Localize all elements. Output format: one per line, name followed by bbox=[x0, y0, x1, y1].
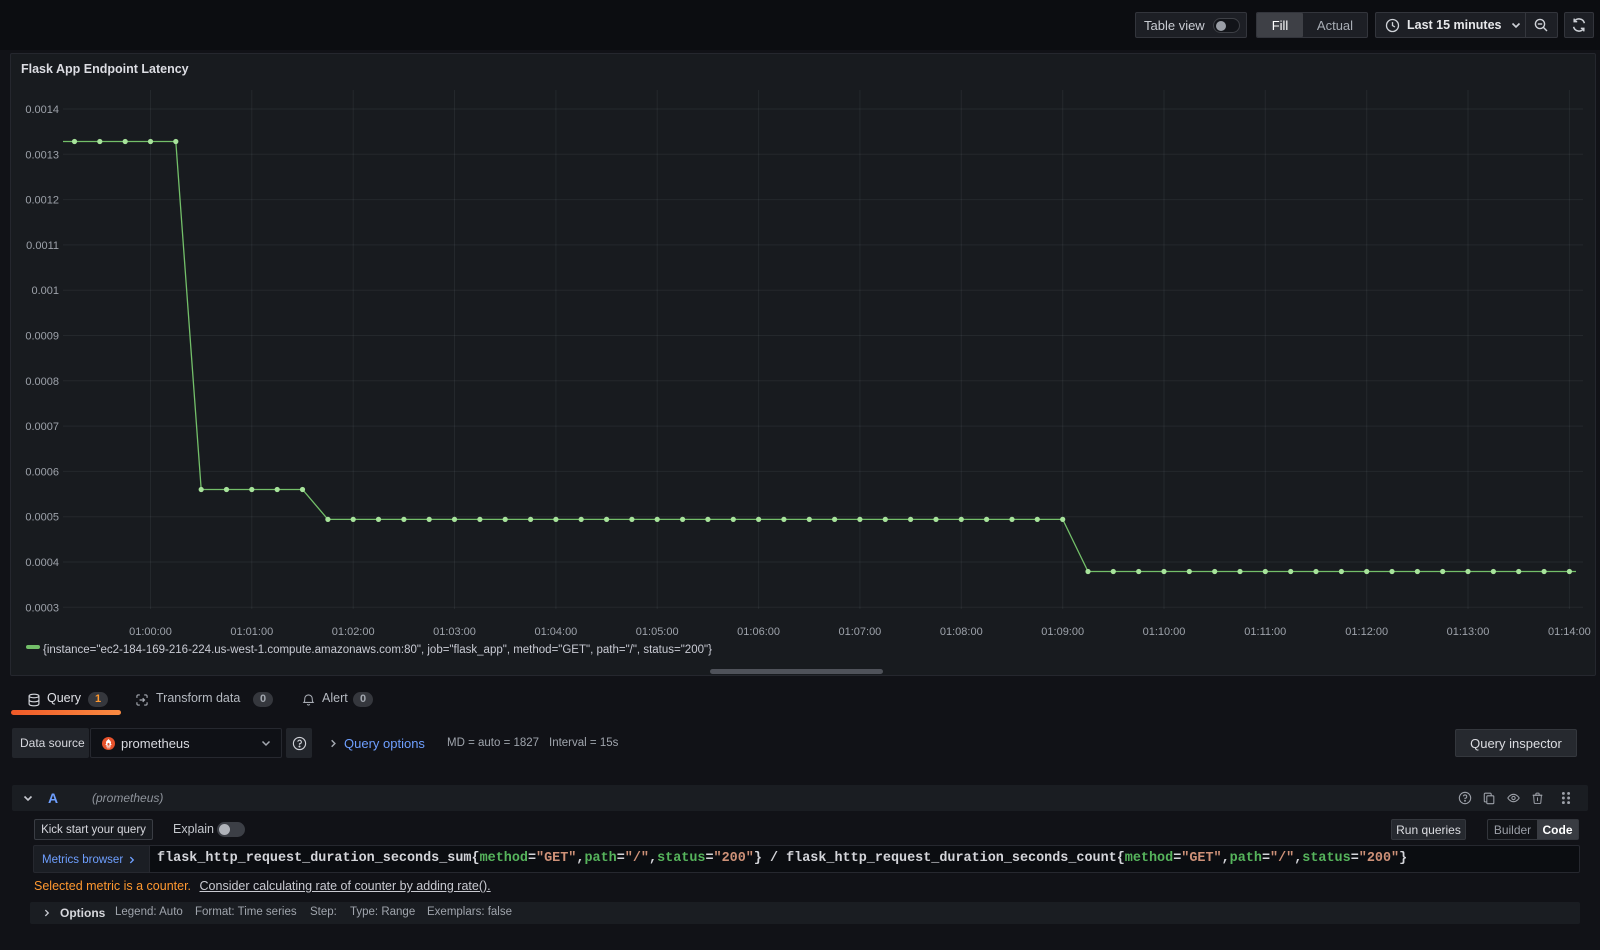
svg-text:01:02:00: 01:02:00 bbox=[332, 626, 375, 638]
svg-text:01:10:00: 01:10:00 bbox=[1143, 626, 1186, 638]
svg-text:01:13:00: 01:13:00 bbox=[1447, 626, 1490, 638]
svg-text:01:06:00: 01:06:00 bbox=[737, 626, 780, 638]
svg-text:0.0012: 0.0012 bbox=[25, 195, 59, 207]
svg-text:01:05:00: 01:05:00 bbox=[636, 626, 679, 638]
svg-text:0.0004: 0.0004 bbox=[25, 557, 59, 569]
svg-text:0.0013: 0.0013 bbox=[25, 149, 59, 161]
svg-text:0.0006: 0.0006 bbox=[25, 466, 59, 478]
svg-text:0.0009: 0.0009 bbox=[25, 331, 59, 343]
svg-text:01:14:00: 01:14:00 bbox=[1548, 626, 1591, 638]
svg-text:01:08:00: 01:08:00 bbox=[940, 626, 983, 638]
svg-text:01:00:00: 01:00:00 bbox=[129, 626, 172, 638]
svg-text:01:09:00: 01:09:00 bbox=[1041, 626, 1084, 638]
svg-text:01:11:00: 01:11:00 bbox=[1244, 626, 1286, 638]
svg-text:01:07:00: 01:07:00 bbox=[838, 626, 881, 638]
svg-text:01:01:00: 01:01:00 bbox=[230, 626, 273, 638]
svg-text:0.0007: 0.0007 bbox=[25, 421, 59, 433]
svg-text:0.0005: 0.0005 bbox=[25, 512, 59, 524]
svg-text:01:04:00: 01:04:00 bbox=[534, 626, 577, 638]
svg-text:01:12:00: 01:12:00 bbox=[1345, 626, 1388, 638]
svg-text:0.0014: 0.0014 bbox=[25, 104, 59, 116]
svg-text:0.0003: 0.0003 bbox=[25, 602, 59, 614]
svg-text:0.001: 0.001 bbox=[31, 285, 59, 297]
svg-text:0.0008: 0.0008 bbox=[25, 376, 59, 388]
svg-text:{instance="ec2-184-169-216-224: {instance="ec2-184-169-216-224.us-west-1… bbox=[43, 644, 712, 656]
svg-text:0.0011: 0.0011 bbox=[26, 240, 59, 252]
svg-text:01:03:00: 01:03:00 bbox=[433, 626, 476, 638]
